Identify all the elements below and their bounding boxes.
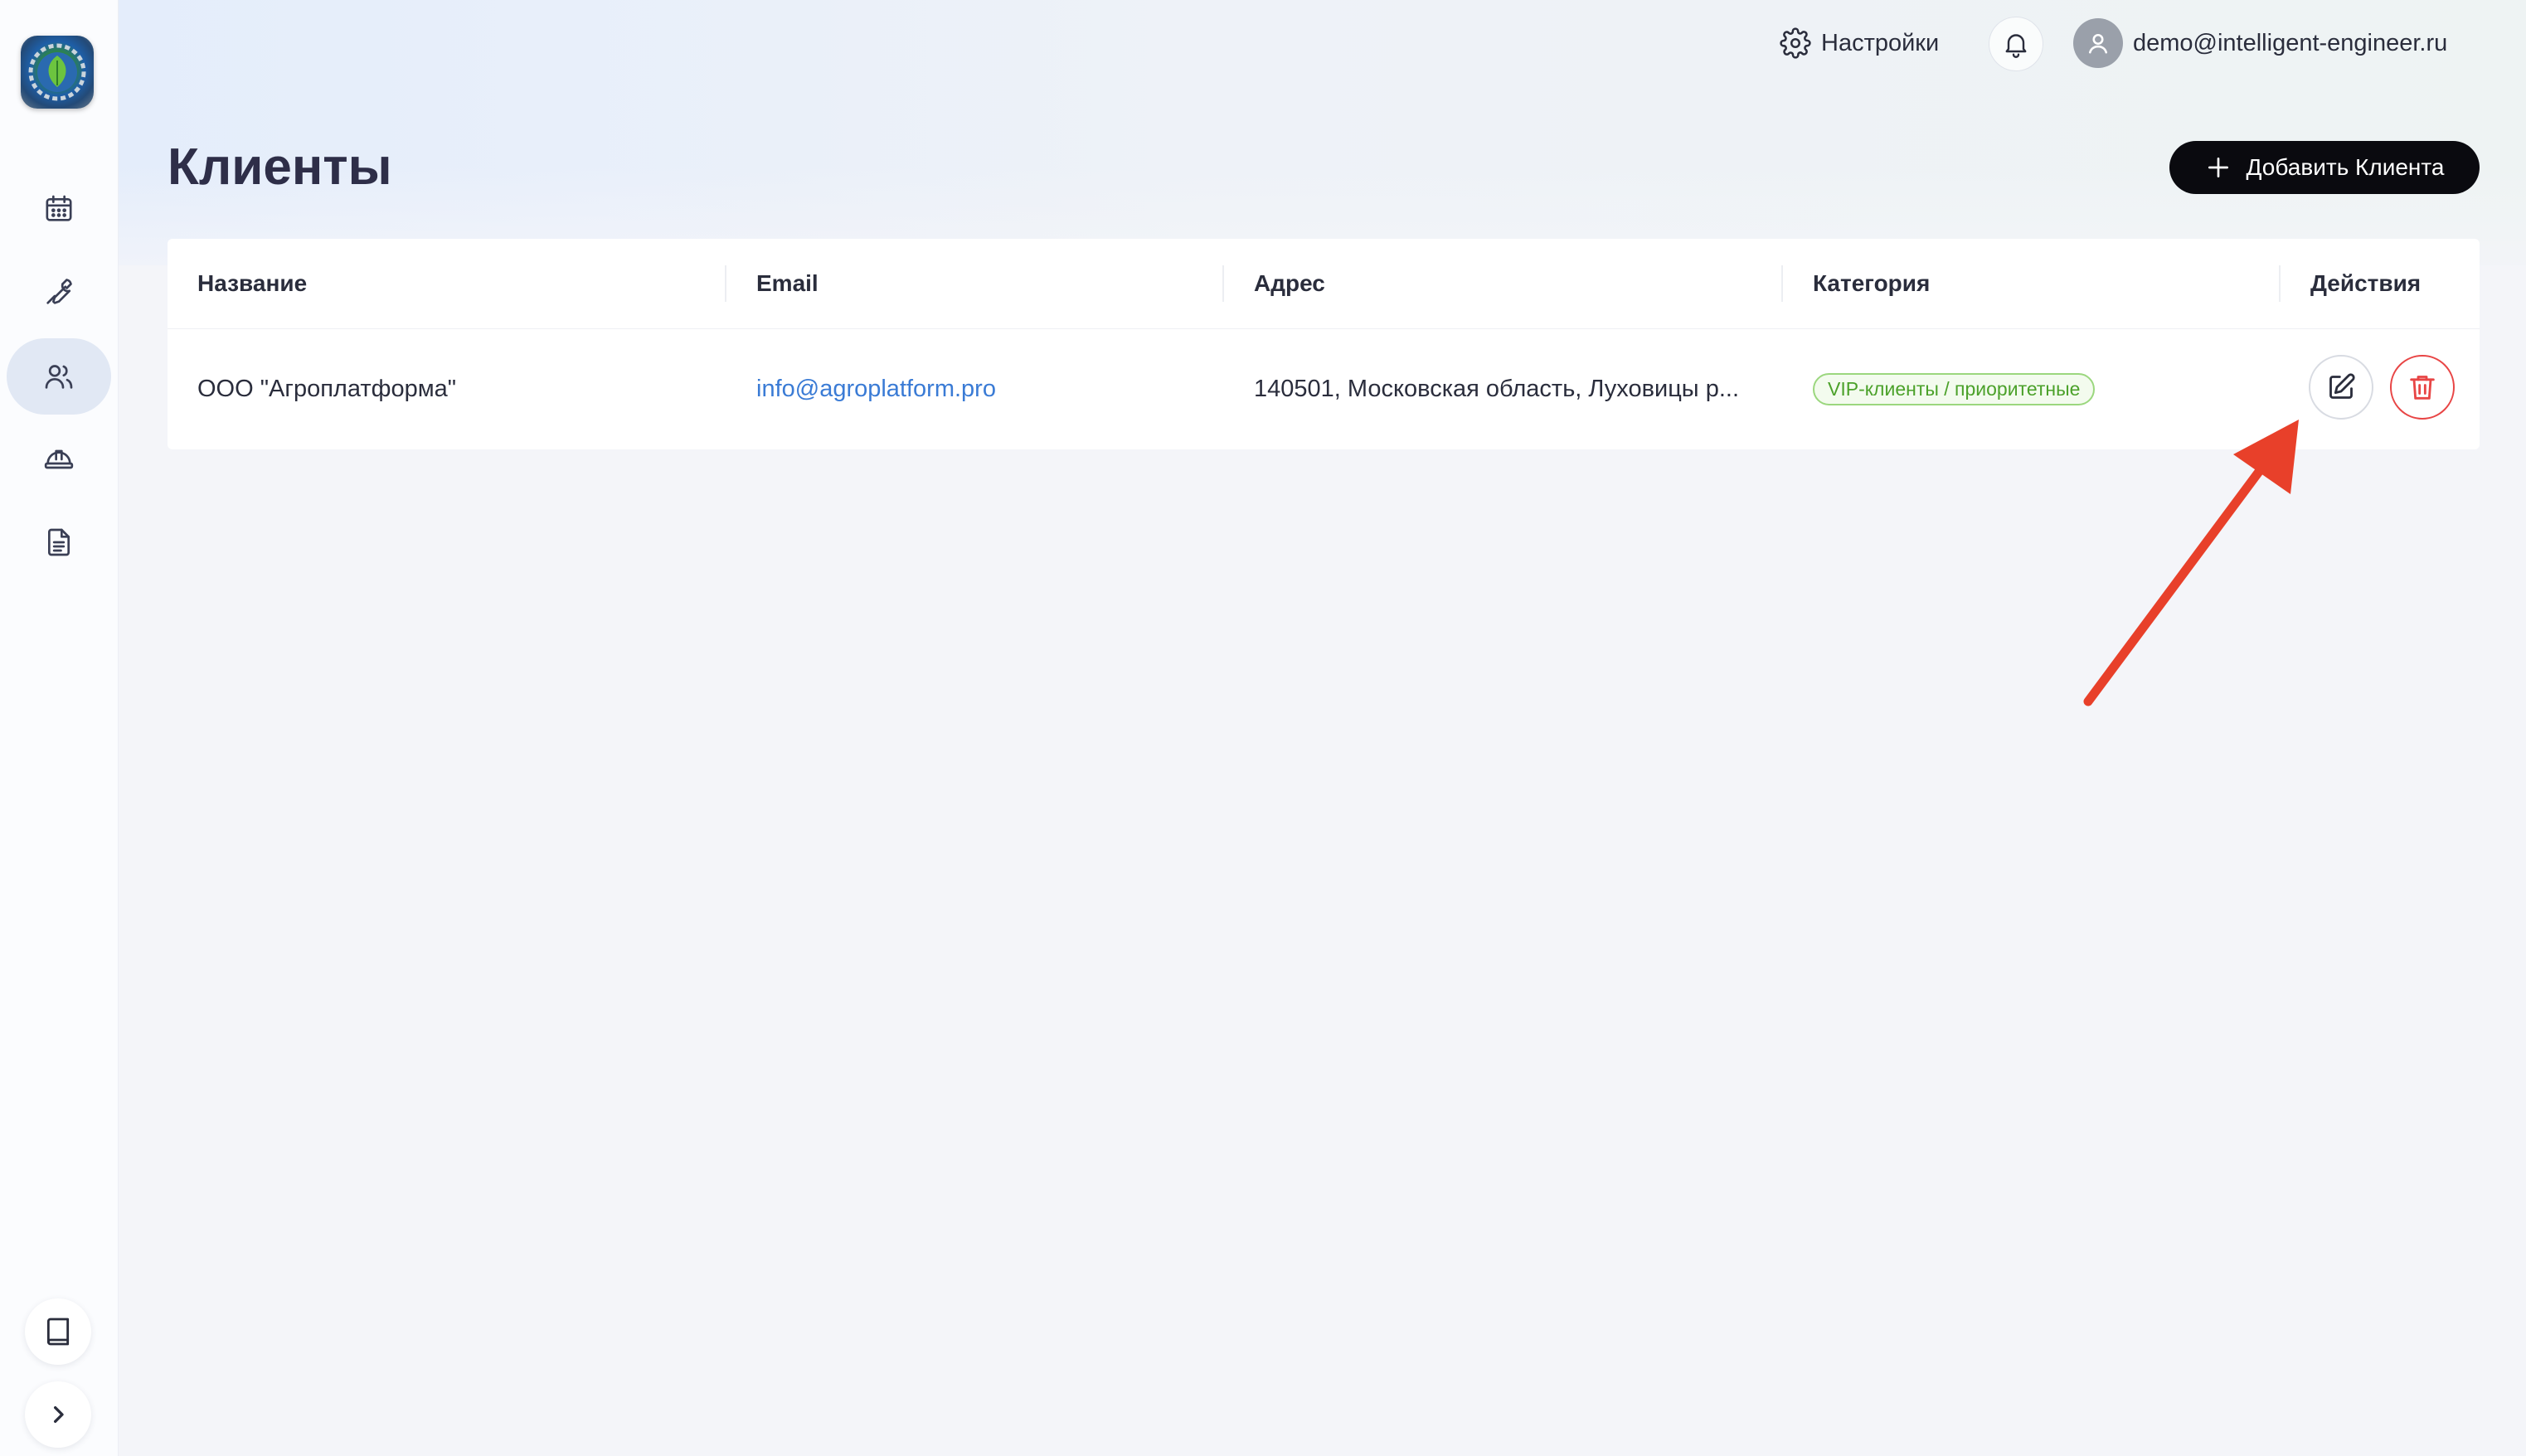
column-divider <box>725 265 726 302</box>
column-divider <box>1222 265 1224 302</box>
client-email-link[interactable]: info@agroplatform.pro <box>756 328 996 449</box>
gear-icon <box>1780 27 1811 59</box>
docs-button[interactable] <box>25 1298 91 1365</box>
add-client-label: Добавить Клиента <box>2246 154 2445 180</box>
page-title: Клиенты <box>168 138 392 196</box>
wrench-icon <box>46 279 72 304</box>
category-badge: VIP-клиенты / приоритетные <box>1813 372 2096 405</box>
calendar-icon <box>46 195 72 221</box>
add-client-button[interactable]: Добавить Клиента <box>2169 141 2480 194</box>
sidebar-item-engineers[interactable] <box>7 421 111 497</box>
column-header-address[interactable]: Адрес <box>1254 239 1325 328</box>
column-header-name[interactable]: Название <box>197 239 307 328</box>
column-header-email[interactable]: Email <box>756 239 819 328</box>
sidebar-item-calendar[interactable] <box>7 171 111 247</box>
edit-client-button[interactable] <box>2309 355 2373 420</box>
column-divider <box>1781 265 1783 302</box>
settings-label: Настройки <box>1821 29 1940 56</box>
hardhat-icon <box>44 449 74 469</box>
user-icon <box>2088 33 2108 54</box>
avatar <box>2073 18 2123 68</box>
bell-icon <box>2005 34 2027 58</box>
column-header-category[interactable]: Категория <box>1813 239 1930 328</box>
sidebar <box>0 0 119 1456</box>
client-name: ООО "Агроплатформа" <box>197 375 457 402</box>
app-logo[interactable] <box>21 36 94 109</box>
sidebar-item-clients[interactable] <box>7 338 111 415</box>
book-icon <box>46 1318 70 1346</box>
sidebar-item-tools[interactable] <box>7 254 111 330</box>
main-background <box>118 298 2526 1456</box>
table-row[interactable]: ООО "Агроплатформа" info@agroplatform.pr… <box>168 328 2480 449</box>
table-header: Название Email Адрес Категория Действия <box>168 239 2480 329</box>
delete-client-button[interactable] <box>2390 355 2455 420</box>
sidebar-item-documents[interactable] <box>7 504 111 580</box>
document-icon <box>48 528 70 556</box>
plus-icon <box>2208 158 2228 177</box>
category-cell: VIP-клиенты / приоритетные <box>1813 328 2096 449</box>
notifications-button[interactable] <box>1989 17 2043 71</box>
chevron-right-icon <box>54 1406 64 1423</box>
clients-table: Название Email Адрес Категория Действия … <box>168 239 2480 449</box>
edit-icon <box>2329 373 2355 399</box>
expand-sidebar-button[interactable] <box>25 1381 91 1448</box>
client-address: 140501, Московская область, Луховицы р..… <box>1254 375 1739 402</box>
user-menu[interactable]: demo@intelligent-engineer.ru <box>2073 18 2447 68</box>
column-divider <box>2279 265 2281 302</box>
user-email: demo@intelligent-engineer.ru <box>2133 29 2448 56</box>
trash-icon <box>2410 376 2435 400</box>
settings-link[interactable]: Настройки <box>1780 25 1939 61</box>
users-icon <box>45 365 73 389</box>
column-header-actions: Действия <box>2310 270 2422 296</box>
